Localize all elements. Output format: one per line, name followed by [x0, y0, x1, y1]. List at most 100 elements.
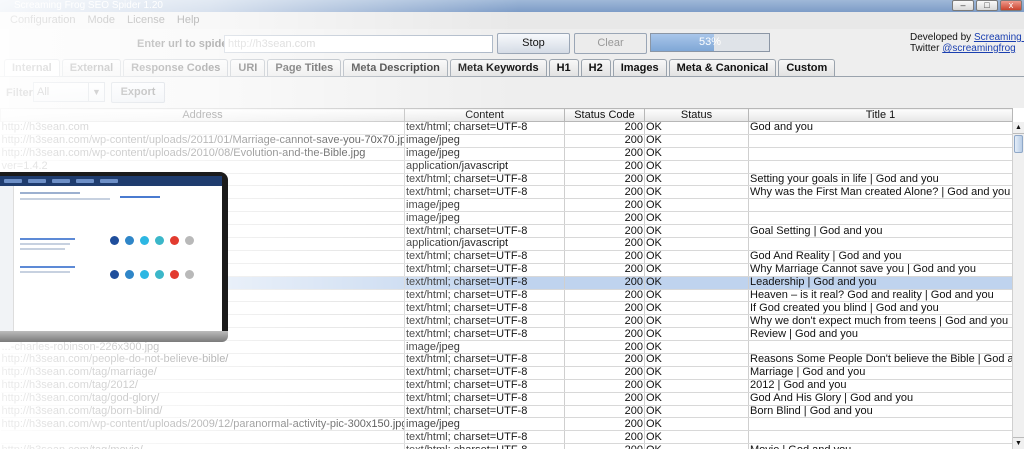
cell-status-code: 200 — [564, 417, 645, 432]
menu-mode[interactable]: Mode — [81, 12, 121, 29]
laptop-base — [0, 331, 228, 342]
cell-status: OK — [644, 289, 749, 303]
clear-button[interactable]: Clear — [574, 33, 647, 54]
tab-custom[interactable]: Custom — [778, 59, 836, 76]
column-header-content[interactable]: Content — [404, 108, 565, 122]
cell-title-1: Marriage | God and you — [748, 366, 1013, 380]
tab-page-titles[interactable]: Page Titles — [267, 59, 342, 76]
filter-value: All — [37, 86, 50, 98]
table-row[interactable]: text/html; charset=UTF-8 200 OK — [0, 430, 1013, 445]
cell-title-1 — [748, 237, 1013, 251]
cell-content: text/html; charset=UTF-8 — [404, 405, 565, 419]
cell-title-1: Setting your goals in life | God and you — [748, 173, 1013, 187]
window-controls: – □ x — [952, 0, 1022, 11]
table-row[interactable]: http://h3sean.com/wp-content/uploads/201… — [0, 147, 1013, 161]
cell-address: http://h3sean.com/tag/2012/ — [0, 379, 405, 393]
cell-title-1: Goal Setting | God and you — [748, 224, 1013, 239]
screaming-frog-link[interactable]: Screaming Frog — [974, 32, 1024, 43]
table-row[interactable]: http://h3sean.com text/html; charset=UTF-… — [0, 121, 1013, 135]
cell-status-code: 200 — [564, 340, 645, 355]
table-row[interactable]: http://h3sean.com/tag/movie/text/html; c… — [0, 443, 1013, 449]
cell-status-code: 200 — [564, 263, 645, 277]
tab-meta-keywords[interactable]: Meta Keywords — [449, 59, 547, 76]
vertical-scrollbar[interactable]: ▲ ▼ — [1012, 122, 1024, 449]
cell-status-code: 200 — [564, 121, 645, 135]
laptop-mockup-image — [0, 172, 228, 342]
column-header-address[interactable]: Address — [0, 108, 405, 122]
cell-address: ...-charles-robinson-226x300.jpg — [0, 340, 405, 355]
tab-response-codes[interactable]: Response Codes — [123, 59, 229, 76]
url-input[interactable] — [224, 35, 493, 53]
table-row[interactable]: http://h3sean.com/people-do-not-believe-… — [0, 353, 1013, 367]
table-row[interactable]: http://h3sean.com/tag/born-blind/text/ht… — [0, 405, 1013, 419]
tab-images[interactable]: Images — [612, 59, 667, 76]
column-header-status-code[interactable]: Status Code — [564, 108, 645, 122]
cell-content: text/html; charset=UTF-8 — [404, 366, 565, 380]
column-header-title-1[interactable]: Title 1 — [748, 108, 1013, 122]
cell-status: OK — [644, 276, 749, 290]
tab-external[interactable]: External — [61, 59, 122, 76]
cell-status: OK — [644, 173, 749, 187]
filter-select[interactable]: All ▼ — [33, 82, 105, 102]
cell-title-1 — [748, 417, 1013, 432]
column-header-status[interactable]: Status — [644, 108, 749, 122]
export-button[interactable]: Export — [111, 82, 165, 103]
cell-status: OK — [644, 392, 749, 406]
scroll-thumb[interactable] — [1014, 135, 1023, 153]
cell-status-code: 200 — [564, 301, 645, 316]
cell-content: application/javascript — [404, 160, 565, 174]
cell-status-code: 200 — [564, 250, 645, 264]
menu-bar: Configuration Mode License Help — [0, 12, 1024, 29]
menu-help[interactable]: Help — [171, 12, 206, 29]
cell-title-1: 2012 | God and you — [748, 379, 1013, 393]
cell-status: OK — [644, 430, 749, 445]
table-row[interactable]: http://h3sean.com/tag/marriage/text/html… — [0, 366, 1013, 380]
laptop-screen — [0, 176, 222, 331]
cell-content: application/javascript — [404, 237, 565, 251]
cell-content: text/html; charset=UTF-8 — [404, 289, 565, 303]
close-button[interactable]: x — [1000, 0, 1022, 11]
cell-status: OK — [644, 366, 749, 380]
stop-button[interactable]: Stop — [497, 33, 570, 54]
url-label: Enter url to spider: — [137, 38, 236, 50]
cell-status-code: 200 — [564, 379, 645, 393]
cell-status-code: 200 — [564, 237, 645, 251]
menu-license[interactable]: License — [121, 12, 171, 29]
cell-status: OK — [644, 121, 749, 135]
cell-status-code: 200 — [564, 276, 645, 290]
crawl-progress-bar: 53% — [650, 33, 770, 52]
tab-internal[interactable]: Internal — [4, 59, 60, 76]
cell-status-code: 200 — [564, 134, 645, 148]
tab-meta-canonical[interactable]: Meta & Canonical — [668, 59, 777, 76]
cell-title-1: If God created you blind | God and you — [748, 301, 1013, 316]
menu-configuration[interactable]: Configuration — [4, 12, 81, 29]
cell-status: OK — [644, 134, 749, 148]
table-row[interactable]: http://h3sean.com/wp-content/uploads/200… — [0, 417, 1013, 432]
cell-content: text/html; charset=UTF-8 — [404, 430, 565, 445]
tab-meta-description[interactable]: Meta Description — [343, 59, 448, 76]
cell-address — [0, 430, 405, 445]
scroll-up-icon[interactable]: ▲ — [1013, 122, 1024, 134]
cell-content: image/jpeg — [404, 211, 565, 226]
cell-content: image/jpeg — [404, 417, 565, 432]
cell-status: OK — [644, 405, 749, 419]
scroll-down-icon[interactable]: ▼ — [1013, 437, 1024, 449]
chevron-down-icon[interactable]: ▼ — [88, 83, 104, 101]
maximize-button[interactable]: □ — [976, 0, 998, 11]
cell-title-1: Review | God and you — [748, 327, 1013, 342]
minimize-button[interactable]: – — [952, 0, 974, 11]
cell-content: text/html; charset=UTF-8 — [404, 327, 565, 342]
table-row[interactable]: http://h3sean.com/wp-content/uploads/201… — [0, 134, 1013, 148]
cell-title-1 — [748, 198, 1013, 213]
tab-uri[interactable]: URI — [230, 59, 266, 76]
twitter-link[interactable]: @screamingfrog — [942, 43, 1016, 54]
table-row[interactable]: http://h3sean.com/tag/god-glory/text/htm… — [0, 392, 1013, 406]
table-row[interactable]: ...-charles-robinson-226x300.jpg image/jp… — [0, 340, 1013, 355]
table-row[interactable]: http://h3sean.com/tag/2012/text/html; ch… — [0, 379, 1013, 393]
cell-title-1: Born Blind | God and you — [748, 405, 1013, 419]
cell-title-1: Why we don't expect much from teens | Go… — [748, 314, 1013, 329]
tab-h1[interactable]: H1 — [548, 59, 579, 76]
tab-h2[interactable]: H2 — [580, 59, 611, 76]
cell-status: OK — [644, 379, 749, 393]
cell-address: http://h3sean.com/tag/marriage/ — [0, 366, 405, 380]
